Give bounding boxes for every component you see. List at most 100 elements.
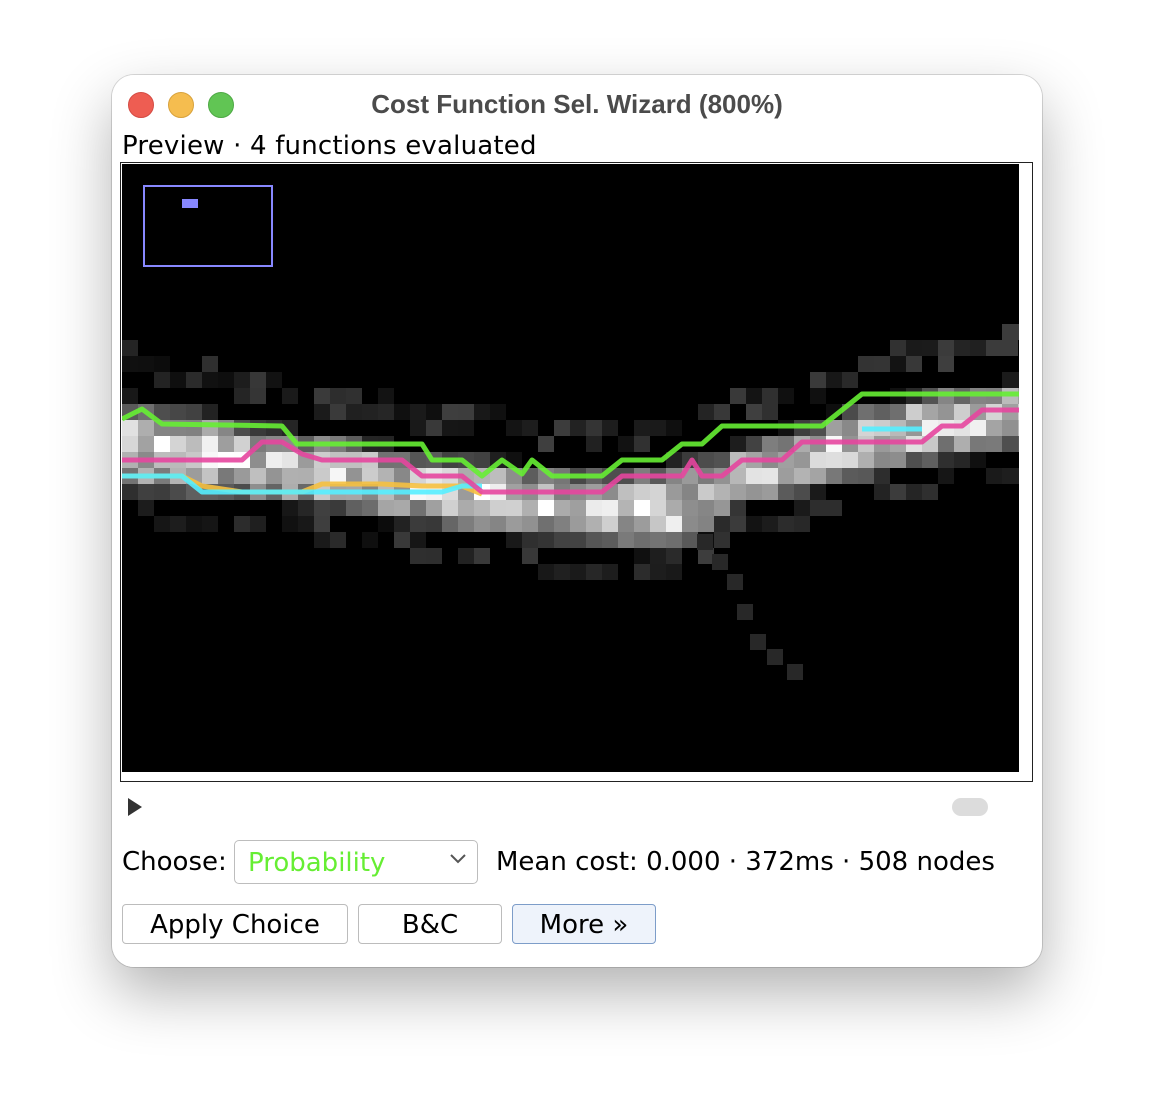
tissue-pixel xyxy=(762,404,778,420)
tissue-pixel xyxy=(842,372,858,388)
tissue-pixel xyxy=(794,452,810,468)
tissue-pixel xyxy=(1002,436,1018,452)
tissue-pixel xyxy=(314,532,330,548)
tissue-pixel xyxy=(202,468,218,484)
tissue-pixel xyxy=(874,452,890,468)
tissue-pixel xyxy=(858,356,874,372)
tissue-pixel xyxy=(282,452,298,468)
tissue-pixel xyxy=(458,500,474,516)
tissue-pixel xyxy=(506,516,522,532)
tissue-pixel xyxy=(906,356,922,372)
tissue-pixel xyxy=(890,484,906,500)
tissue-pixel xyxy=(138,500,154,516)
tissue-pixel xyxy=(554,564,570,580)
tissue-pixel xyxy=(330,500,346,516)
tissue-pixel xyxy=(570,420,586,436)
tissue-pixel xyxy=(218,372,234,388)
tissue-pixel xyxy=(330,532,346,548)
tissue-pixel xyxy=(714,452,730,468)
bc-button[interactable]: B&C xyxy=(358,904,502,944)
tissue-pixel xyxy=(490,516,506,532)
tissue-pixel xyxy=(282,516,298,532)
tissue-pixel xyxy=(874,484,890,500)
tissue-pixel xyxy=(666,516,682,532)
tissue-pixel xyxy=(842,468,858,484)
tissue-pixel xyxy=(634,532,650,548)
tissue-pixel xyxy=(938,436,954,452)
streak-pixel xyxy=(750,634,766,650)
tissue-pixel xyxy=(234,372,250,388)
tissue-pixel xyxy=(378,500,394,516)
tissue-pixel xyxy=(938,468,954,484)
tissue-pixel xyxy=(1002,340,1018,356)
tissue-pixel xyxy=(618,500,634,516)
preview-image-canvas[interactable] xyxy=(122,164,1019,772)
tissue-pixel xyxy=(810,468,826,484)
streak-pixel xyxy=(712,554,728,570)
tissue-pixel xyxy=(746,468,762,484)
tissue-pixel xyxy=(266,372,282,388)
tissue-pixel xyxy=(634,484,650,500)
tissue-pixel xyxy=(762,388,778,404)
tissue-pixel xyxy=(906,404,922,420)
tissue-pixel xyxy=(154,516,170,532)
tissue-pixel xyxy=(138,420,154,436)
tissue-pixel xyxy=(234,468,250,484)
tissue-pixel xyxy=(186,404,202,420)
tissue-pixel xyxy=(314,388,330,404)
tissue-pixel xyxy=(618,484,634,500)
tissue-pixel xyxy=(442,404,458,420)
tissue-pixel xyxy=(378,388,394,404)
tissue-pixel xyxy=(922,340,938,356)
tissue-pixel xyxy=(458,548,474,564)
apply-choice-button[interactable]: Apply Choice xyxy=(122,904,348,944)
tissue-pixel xyxy=(394,500,410,516)
tissue-pixel xyxy=(954,436,970,452)
tissue-pixel xyxy=(762,436,778,452)
tissue-pixel xyxy=(186,516,202,532)
tissue-pixel xyxy=(250,372,266,388)
cost-function-select[interactable]: Probability xyxy=(234,840,478,884)
tissue-pixel xyxy=(586,516,602,532)
tissue-pixel xyxy=(154,372,170,388)
tissue-pixel xyxy=(138,436,154,452)
tissue-pixel xyxy=(250,516,266,532)
tissue-pixel xyxy=(762,516,778,532)
tissue-pixel xyxy=(522,532,538,548)
tissue-pixel xyxy=(714,484,730,500)
slice-scrollbar-thumb[interactable] xyxy=(952,798,988,816)
play-icon[interactable] xyxy=(128,798,142,816)
tissue-pixel xyxy=(954,404,970,420)
tissue-pixel xyxy=(394,404,410,420)
streak-pixel xyxy=(767,649,783,665)
overview-marker xyxy=(182,199,198,208)
tissue-pixel xyxy=(730,500,746,516)
tissue-pixel xyxy=(682,516,698,532)
tissue-pixel xyxy=(154,484,170,500)
tissue-pixel xyxy=(746,484,762,500)
tissue-pixel xyxy=(170,516,186,532)
streak-pixel xyxy=(787,664,803,680)
chevron-down-icon xyxy=(450,854,466,864)
tissue-pixel xyxy=(170,404,186,420)
tissue-pixel xyxy=(954,452,970,468)
tissue-pixel xyxy=(1018,468,1019,484)
tissue-pixel xyxy=(346,388,362,404)
tissue-pixel xyxy=(906,340,922,356)
tissue-pixel xyxy=(810,484,826,500)
tissue-pixel xyxy=(442,500,458,516)
tissue-pixel xyxy=(442,420,458,436)
tissue-pixel xyxy=(522,500,538,516)
tissue-pixel xyxy=(314,500,330,516)
tissue-pixel xyxy=(410,420,426,436)
more-button[interactable]: More » xyxy=(512,904,656,944)
tissue-pixel xyxy=(170,372,186,388)
tissue-pixel xyxy=(538,532,554,548)
tissue-pixel xyxy=(650,548,666,564)
tissue-pixel xyxy=(538,564,554,580)
tissue-pixel xyxy=(618,532,634,548)
tissue-pixel xyxy=(634,548,650,564)
window-title: Cost Function Sel. Wizard (800%) xyxy=(371,89,783,119)
tissue-pixel xyxy=(554,516,570,532)
tissue-pixel xyxy=(170,484,186,500)
